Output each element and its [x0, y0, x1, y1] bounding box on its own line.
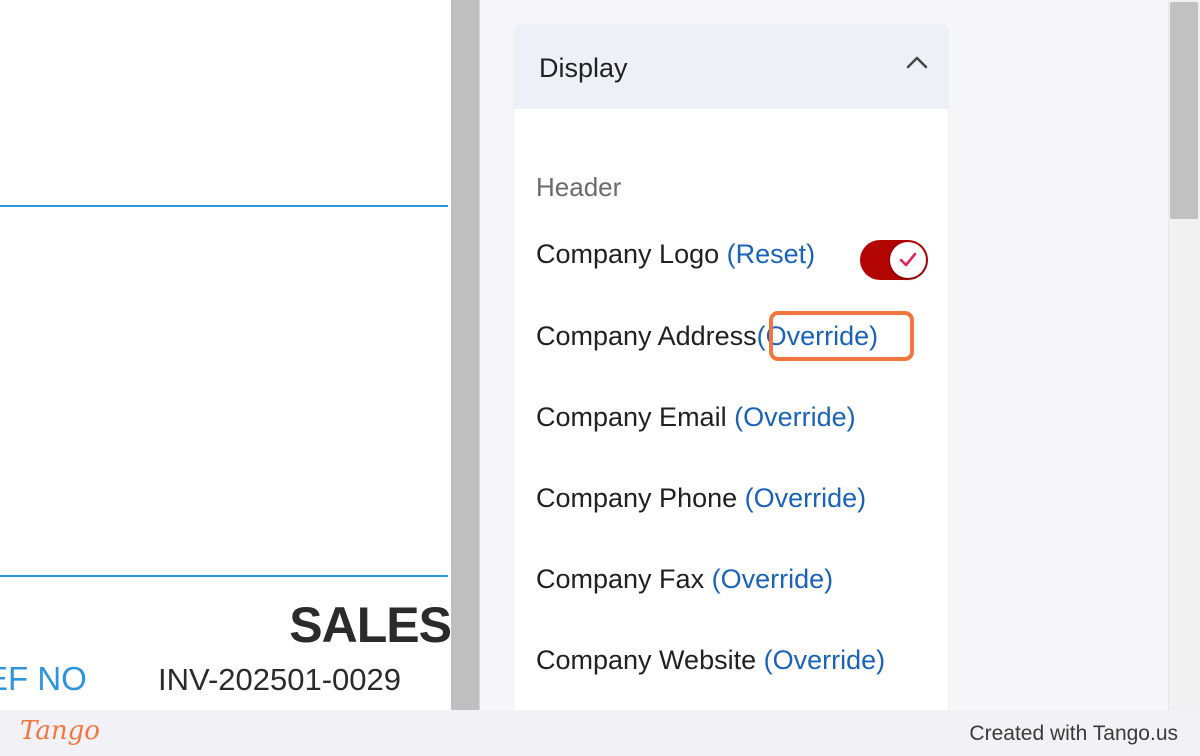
display-section-header[interactable]: Display	[514, 25, 948, 109]
company-phone-row: Company Phone (Override)	[536, 483, 866, 514]
divider-line-bottom	[0, 575, 448, 577]
checkmark-icon	[899, 252, 917, 267]
company-phone-label: Company Phone	[536, 483, 738, 513]
company-website-row: Company Website (Override)	[536, 645, 885, 676]
divider-line-top	[0, 205, 448, 207]
ref-no-label: EF NO	[0, 660, 87, 697]
company-phone-override-link[interactable]: (Override)	[745, 483, 867, 513]
company-website-override-link[interactable]: (Override)	[764, 645, 886, 675]
tango-logo: Tango	[20, 716, 100, 746]
company-address-label: Company Address	[536, 321, 757, 351]
tango-footer: Tango Created with Tango.us	[0, 710, 1200, 756]
panel-splitter-handle[interactable]	[451, 0, 480, 710]
company-address-row: Company Address(Override)	[536, 321, 878, 352]
toggle-knob	[890, 242, 926, 278]
chevron-up-icon[interactable]	[906, 55, 928, 71]
display-section-title: Display	[539, 53, 628, 83]
ref-no-value: INV-202501-0029	[158, 662, 402, 697]
scrollbar-thumb[interactable]	[1170, 2, 1198, 219]
company-email-override-link[interactable]: (Override)	[734, 402, 856, 432]
display-section-card: Display Header Company Logo (Reset) Comp…	[514, 25, 948, 710]
created-with-credit: Created with Tango.us	[969, 722, 1178, 745]
header-group-label: Header	[536, 172, 622, 202]
company-logo-row: Company Logo (Reset)	[536, 239, 815, 270]
company-fax-label: Company Fax	[536, 564, 705, 594]
company-fax-row: Company Fax (Override)	[536, 564, 833, 595]
company-address-override-link[interactable]: (Override)	[757, 321, 879, 351]
document-preview: SALES EF NO INV-202501-0029	[0, 0, 451, 710]
company-logo-reset-link[interactable]: (Reset)	[727, 239, 816, 269]
company-logo-toggle[interactable]	[860, 240, 928, 280]
company-logo-label: Company Logo	[536, 239, 720, 269]
company-email-row: Company Email (Override)	[536, 402, 856, 433]
company-website-label: Company Website	[536, 645, 757, 675]
document-title: SALES	[289, 597, 451, 653]
company-email-label: Company Email	[536, 402, 727, 432]
company-fax-override-link[interactable]: (Override)	[712, 564, 834, 594]
